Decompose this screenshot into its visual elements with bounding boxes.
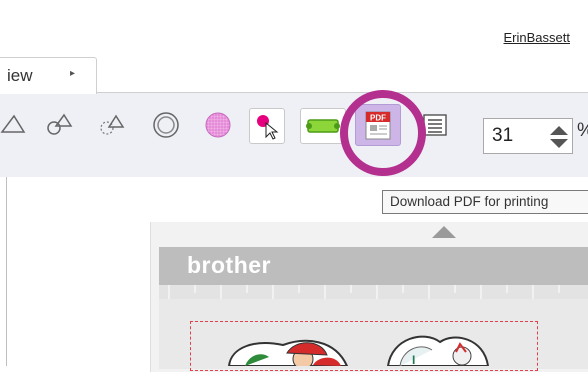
double-circle-button[interactable] [151,110,181,140]
zoom-unit: % [577,120,588,142]
double-circle-icon [153,112,179,138]
tab-label: iew [7,66,33,85]
tooltip: Download PDF for printing [382,190,588,214]
green-bar-button[interactable] [300,108,346,144]
tooltip-pointer-icon [432,226,456,238]
circle-triangle-shape-button[interactable] [44,110,74,140]
brand-logo: brother [187,252,271,278]
zoom-stepper[interactable]: 31 [483,118,573,154]
circle-triangle-shape-icon [47,113,73,135]
pink-grid-circle-button[interactable] [203,110,233,140]
spin-down-icon[interactable] [550,139,568,148]
dashed-shapes-button[interactable] [97,110,127,140]
snowman-sticker-icon: I [386,335,490,366]
user-name-link[interactable]: ErinBassett [504,30,570,45]
highlight-ring [340,90,426,176]
zoom-value: 31 [492,125,514,146]
triangle-shape-icon [0,114,26,133]
svg-text:I: I [412,353,415,366]
triangle-shape-button[interactable] [0,110,30,140]
green-bar-icon [306,119,340,133]
pink-grid-circle-icon [205,112,231,138]
spin-up-icon[interactable] [550,126,568,135]
mat-header: brother [159,247,588,285]
ruler [159,285,588,299]
pointer-select-button[interactable] [249,108,285,144]
dashed-shapes-icon [100,114,125,135]
pointer-select-icon [257,115,279,140]
tab-view[interactable]: iew ▸ [0,57,97,94]
panel-divider [6,177,7,366]
chevron-right-icon: ▸ [70,68,76,79]
santa-sticker-icon [227,339,349,366]
